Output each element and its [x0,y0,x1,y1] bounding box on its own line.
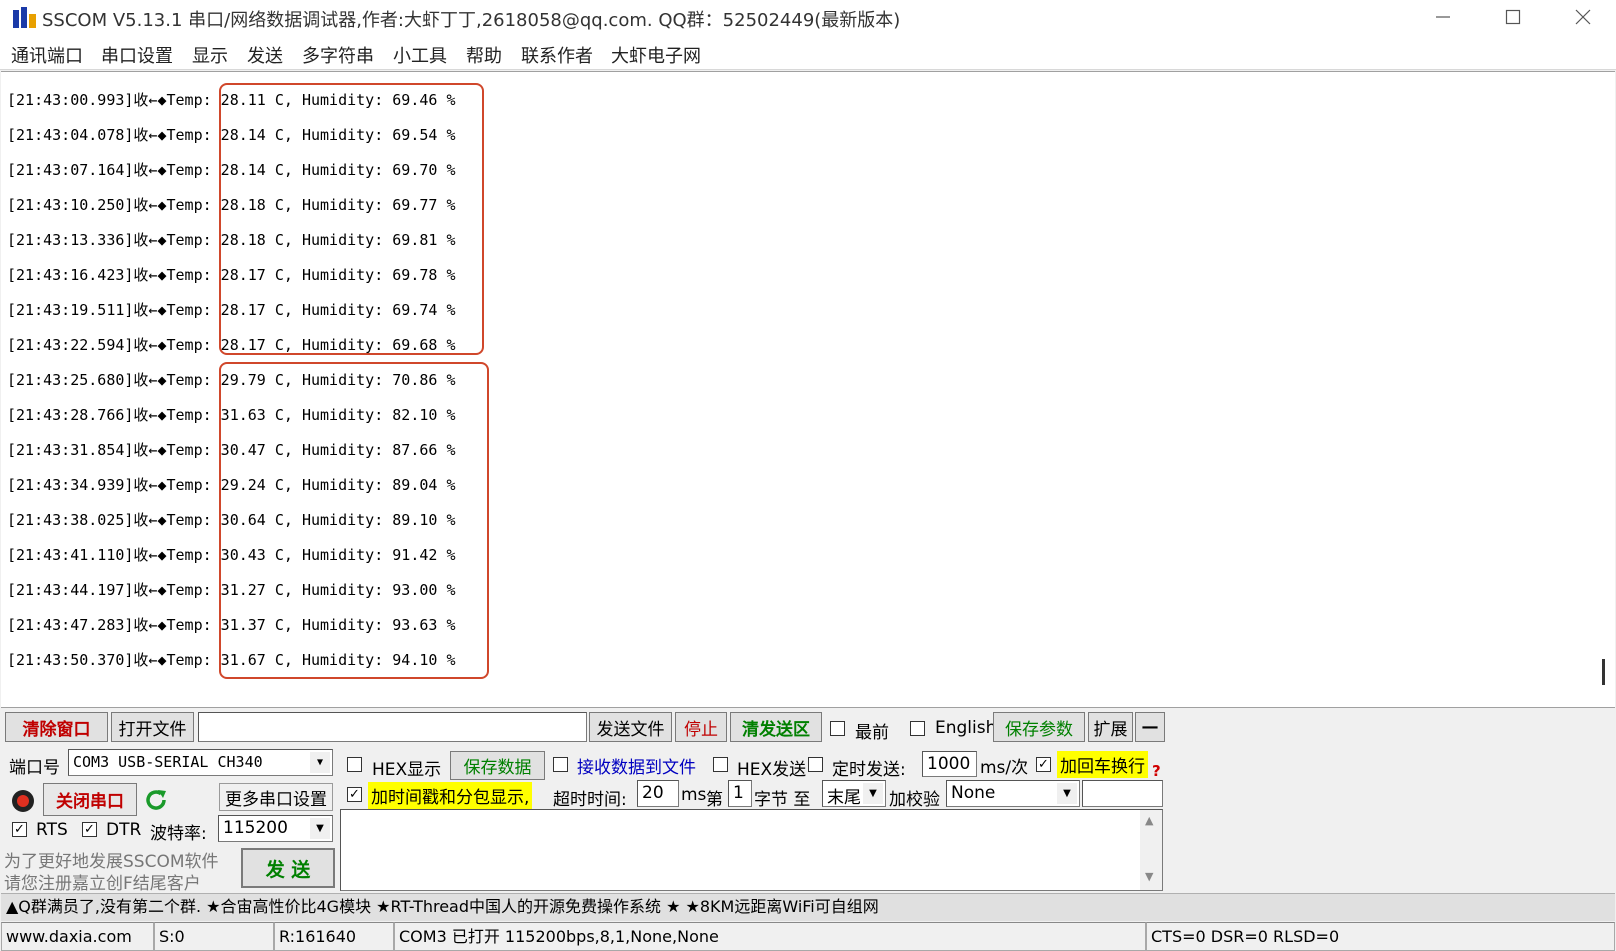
status-website[interactable]: www.daxia.com [1,922,154,951]
timestamp-checkbox[interactable]: ✓ [347,787,362,802]
interval-unit-label: ms/次 [980,758,1029,778]
english-label: English [935,718,997,738]
highlight-box-rising-readings [219,362,489,679]
chevron-down-icon: ▼ [1057,783,1077,804]
port-select[interactable]: COM3 USB-SERIAL CH340 ▼ [68,749,333,776]
port-select-value: COM3 USB-SERIAL CH340 [73,753,263,771]
rts-label: RTS [36,820,68,840]
hex-display-checkbox[interactable] [347,757,362,772]
checksum-result-field [1082,780,1163,807]
timeout-label: 超时时间: [553,790,627,810]
chevron-down-icon: ▼ [863,783,883,804]
checksum-select[interactable]: None ▼ [946,780,1080,807]
topmost-label: 最前 [855,723,889,743]
send-button[interactable]: 发 送 [241,848,335,888]
minimize-button[interactable] [1408,0,1478,34]
timeout-input[interactable]: 20 [637,780,679,807]
scroll-down-icon[interactable]: ▼ [1145,870,1153,883]
timestamp-label: 加时间戳和分包显示, [368,782,533,809]
scroll-up-icon[interactable]: ▲ [1145,814,1153,827]
nth-byte-input[interactable]: 1 [728,780,752,807]
send-interval-input[interactable]: 1000 [922,751,977,777]
menu-help[interactable]: 帮助 [466,42,502,68]
maximize-button[interactable] [1478,0,1548,34]
menu-serial-settings[interactable]: 串口设置 [101,42,173,68]
send-area-scrollbar[interactable]: ▲ ▼ [1140,810,1162,890]
hex-send-label: HEX发送 [737,760,807,780]
send-file-button[interactable]: 发送文件 [589,712,672,742]
file-path-input[interactable] [198,712,587,742]
chevron-down-icon: ▼ [310,818,330,839]
menu-tools[interactable]: 小工具 [393,42,447,68]
menu-contact-author[interactable]: 联系作者 [521,42,593,68]
close-button[interactable] [1548,0,1616,34]
menu-bar: 通讯端口 串口设置 显示 发送 多字符串 小工具 帮助 联系作者 大虾电子网 [0,36,1616,70]
refresh-icon[interactable] [143,787,169,813]
baud-rate-select[interactable]: 115200 ▼ [218,815,333,842]
stop-button[interactable]: 停止 [675,712,727,742]
highlight-box-normal-readings [219,83,484,355]
add-crlf-checkbox[interactable]: ✓ [1036,757,1051,772]
status-line-signals: CTS=0 DSR=0 RLSD=0 [1146,922,1615,951]
chevron-down-icon: ▼ [310,752,330,773]
recv-to-file-checkbox[interactable] [553,757,568,772]
hex-send-checkbox[interactable] [713,757,728,772]
byte-end-select[interactable]: 末尾 ▼ [822,780,886,808]
window-title: SSCOM V5.13.1 串口/网络数据调试器,作者:大虾丁丁,2618058… [42,10,901,31]
save-params-button[interactable]: 保存参数 [993,712,1085,742]
vertical-scrollbar-thumb[interactable] [1602,659,1605,685]
menu-display[interactable]: 显示 [192,42,228,68]
menu-daxia-site[interactable]: 大虾电子网 [611,42,701,68]
promo-text-line2: 请您注册嘉立创F结尾客户 [4,874,201,894]
status-sent-count: S:0 [154,922,274,951]
dtr-checkbox[interactable]: ✓ [82,822,97,837]
baud-rate-label: 波特率: [150,824,207,844]
title-bar: SSCOM V5.13.1 串口/网络数据调试器,作者:大虾丁丁,2618058… [0,0,1616,36]
save-data-button[interactable]: 保存数据 [450,751,545,780]
topmost-checkbox[interactable] [830,721,845,736]
receive-text-area[interactable]: [21:43:00.993]收←◆Temp: 28.11 C, Humidity… [1,71,1615,708]
checksum-label: 加校验 [889,790,940,810]
timeout-unit-label: ms [681,785,707,805]
close-icon [1575,9,1591,25]
collapse-button[interactable]: — [1135,712,1165,742]
expand-button[interactable]: 扩展 [1088,712,1133,742]
baud-rate-value: 115200 [223,818,288,838]
english-checkbox[interactable] [910,721,925,736]
menu-multi-string[interactable]: 多字符串 [302,42,374,68]
port-status-indicator-icon [12,790,34,812]
open-file-button[interactable]: 打开文件 [111,712,194,742]
add-crlf-label: 加回车换行 [1057,751,1148,778]
status-received-count: R:161640 [274,922,394,951]
byte-to-label: 字节 至 [754,790,811,810]
maximize-icon [1505,9,1521,25]
hex-display-label: HEX显示 [372,760,442,780]
recv-to-file-label: 接收数据到文件 [577,758,696,778]
menu-send[interactable]: 发送 [247,42,283,68]
byte-end-value: 末尾 [827,788,861,808]
port-label: 端口号 [9,758,60,778]
dtr-label: DTR [106,820,142,840]
sscom-logo-icon [13,7,36,28]
close-port-button[interactable]: 关闭串口 [43,783,137,816]
minimize-icon [1436,16,1450,18]
timed-send-checkbox[interactable] [808,757,823,772]
timed-send-label: 定时发送: [832,760,906,780]
checksum-value: None [951,783,996,803]
nth-byte-label: 第 [706,790,723,810]
send-text-area[interactable]: ▲ ▼ [340,809,1163,891]
menu-comm-port[interactable]: 通讯端口 [11,42,83,68]
help-question-icon[interactable]: ? [1152,762,1161,780]
more-port-settings-button[interactable]: 更多串口设置 [219,783,333,811]
announcement-ticker[interactable]: ▲Q群满员了,没有第二个群. ★合宙高性价比4G模块 ★RT-Thread中国人… [1,893,1615,921]
clear-window-button[interactable]: 清除窗口 [5,712,108,742]
rts-checkbox[interactable]: ✓ [12,822,27,837]
status-port-state: COM3 已打开 115200bps,8,1,None,None [394,922,1146,951]
clear-send-area-button[interactable]: 清发送区 [730,712,822,742]
